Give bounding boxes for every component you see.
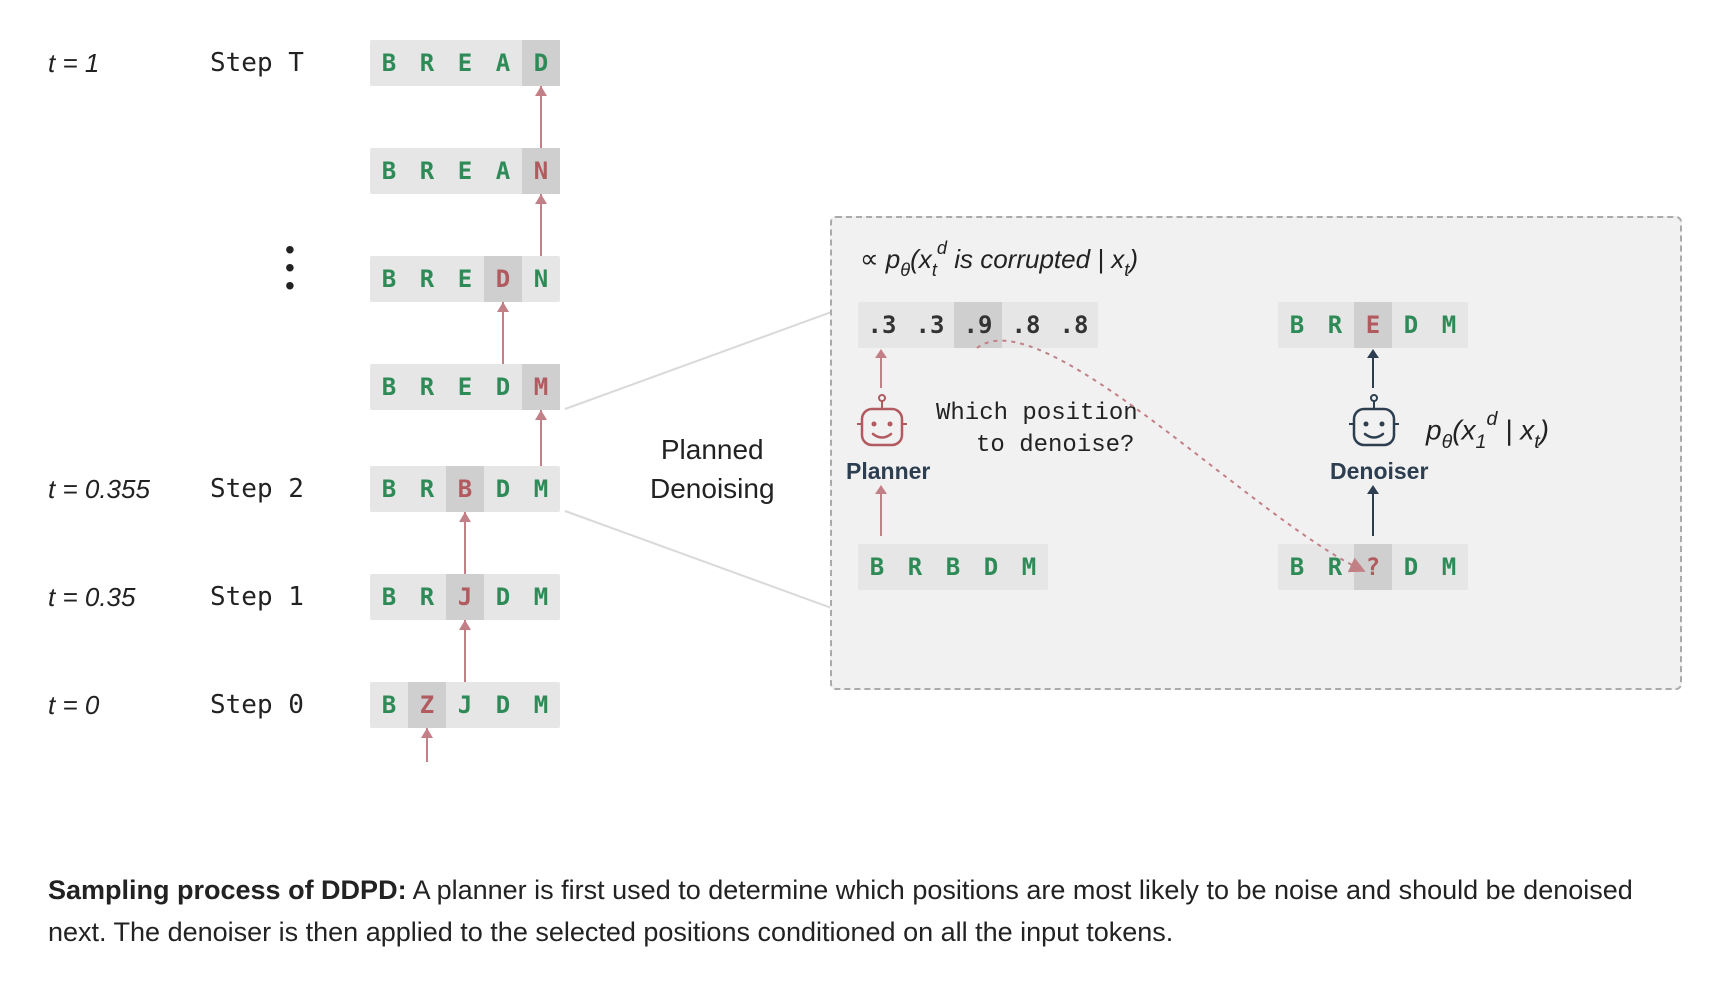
arrow-up-4	[446, 512, 484, 574]
step-label-1: Step 1	[210, 582, 304, 612]
denoiser-input-tokens: BR?DM	[1278, 544, 1468, 590]
planner-question-l2: to denoise?	[976, 432, 1134, 459]
denoiser-robot-icon	[1346, 394, 1402, 456]
selection-curve	[832, 218, 1680, 688]
time-label-t1: t = 1	[48, 48, 99, 79]
arrow-input-to-denoiser	[1372, 494, 1374, 536]
step-label-0: Step 0	[210, 690, 304, 720]
arrow-up-top	[522, 86, 560, 148]
token-row-top: BREAD	[370, 40, 560, 86]
step-label-T: Step T	[210, 48, 304, 78]
planner-prob-expression: ∝ pθ(xtd is corrupted | xt)	[860, 242, 1138, 279]
planner-input-tokens: BRBDM	[858, 544, 1048, 590]
planner-probabilities: .3.3.9.8.8	[858, 302, 1098, 348]
planner-question-l1: Which position	[936, 400, 1138, 427]
step-label-2: Step 2	[210, 474, 304, 504]
arrow-up-6	[408, 728, 446, 762]
denoiser-output-tokens: BREDM	[1278, 302, 1468, 348]
time-label-t035: t = 0.35	[48, 582, 135, 613]
page: t = 1 t = 0.355 t = 0.35 t = 0 Step T St…	[0, 0, 1730, 1008]
time-label-t0355: t = 0.355	[48, 474, 150, 505]
token-row-t3: BREDM	[370, 364, 560, 410]
arrow-denoiser-to-output	[1372, 358, 1374, 388]
token-row-step2: BRBDM	[370, 466, 560, 512]
vertical-ellipsis: •••	[285, 245, 295, 291]
arrow-up-2	[484, 302, 522, 364]
detail-panel: ∝ pθ(xtd is corrupted | xt) .3.3.9.8.8 P…	[830, 216, 1682, 690]
token-row-step0: BZJDM	[370, 682, 560, 728]
denoiser-prob-expression: pθ(x1d | xt)	[1426, 412, 1549, 452]
planner-robot-icon	[854, 394, 910, 456]
arrow-planner-to-probs	[880, 358, 882, 388]
token-row-t1: BREAN	[370, 148, 560, 194]
arrow-input-to-planner	[880, 494, 882, 536]
time-label-t0: t = 0	[48, 690, 99, 721]
planner-title: Planner	[846, 458, 930, 485]
denoiser-title: Denoiser	[1330, 458, 1428, 485]
planned-denoising-label: Planned Denoising	[650, 430, 775, 508]
token-row-step1: BRJDM	[370, 574, 560, 620]
figure-caption: Sampling process of DDPD: A planner is f…	[48, 870, 1690, 954]
arrow-up-3	[522, 410, 560, 466]
arrow-up-1	[522, 194, 560, 256]
arrow-up-5	[446, 620, 484, 682]
token-row-t2: BREDN	[370, 256, 560, 302]
